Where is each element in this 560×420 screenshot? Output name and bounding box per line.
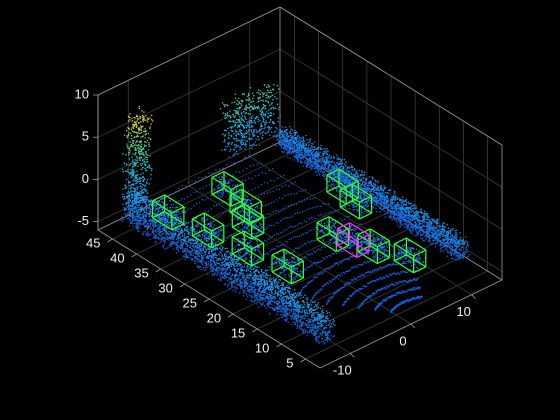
y-tick-label: 30 (158, 280, 172, 295)
point-group (136, 112, 224, 161)
point-group (128, 99, 247, 160)
y-tick-label: 25 (183, 295, 197, 310)
y-tick-label: 40 (110, 250, 124, 265)
point-group (238, 91, 276, 110)
box-edge (413, 266, 427, 274)
point-group (133, 103, 279, 166)
point-group (132, 146, 453, 334)
point-group (129, 107, 273, 174)
box-edge (328, 216, 349, 230)
point-group (131, 117, 139, 120)
z-tick-label: 10 (75, 86, 89, 101)
z-tick-label: -5 (77, 213, 89, 228)
y-tick-mark (276, 343, 282, 348)
y-tick-label: 15 (231, 325, 245, 340)
x-tick-mark (410, 323, 416, 329)
y-tick-label: 45 (86, 235, 100, 250)
point-group (133, 113, 265, 175)
y-tick-mark (107, 238, 113, 243)
point-group (135, 87, 275, 155)
y-tick-mark (179, 283, 186, 288)
y-tick-label: 20 (207, 310, 221, 325)
point-group (134, 85, 278, 156)
point-group (132, 107, 277, 168)
point-group (227, 95, 260, 114)
point-group (132, 114, 273, 171)
y-tick-mark (300, 358, 306, 363)
point-group (144, 105, 267, 167)
x-tick-label: 0 (399, 333, 406, 348)
y-tick-mark (252, 328, 258, 333)
box-edge (394, 237, 407, 245)
point-group (138, 107, 143, 112)
point-group (128, 145, 460, 342)
point-group (134, 121, 274, 179)
point-group (131, 107, 280, 177)
point-group (142, 135, 146, 139)
y-tick-mark (203, 298, 210, 303)
point-group (132, 108, 255, 167)
point-group (138, 118, 259, 180)
x-tick-mark (350, 353, 355, 358)
point-group (139, 107, 256, 165)
point-group (132, 138, 440, 313)
z-tick-label: 0 (82, 171, 89, 186)
y-tick-mark (227, 313, 234, 318)
x-tick-mark (471, 294, 476, 299)
box-edge (152, 194, 165, 202)
x-tick-label: -10 (333, 363, 352, 378)
box-edge (316, 222, 337, 236)
x-tick-label: 10 (456, 304, 470, 319)
point-group (130, 126, 269, 187)
point-group (147, 107, 238, 157)
y-tick-label: 5 (286, 355, 293, 370)
point-cloud-plot: -10 0 10 5 10 15 20 25 30 35 40 45 -5 0 5 10 (75, 6, 503, 378)
point-group (128, 92, 254, 163)
axis-grid (97, 6, 503, 369)
point-group (144, 104, 274, 170)
y-tick-label: 10 (255, 340, 269, 355)
point-group (135, 108, 246, 164)
grid-line-y (281, 255, 464, 345)
point-group (147, 117, 149, 121)
box-edge (211, 193, 232, 207)
point-group (131, 107, 272, 179)
box-edge (251, 259, 264, 267)
z-tick-label: 5 (82, 129, 89, 144)
y-tick-mark (131, 253, 137, 258)
tick-labels: -10 0 10 5 10 15 20 25 30 35 40 45 -5 0 5 10 (75, 86, 476, 378)
y-tick-mark (155, 268, 161, 273)
y-tick-label: 35 (134, 265, 148, 280)
